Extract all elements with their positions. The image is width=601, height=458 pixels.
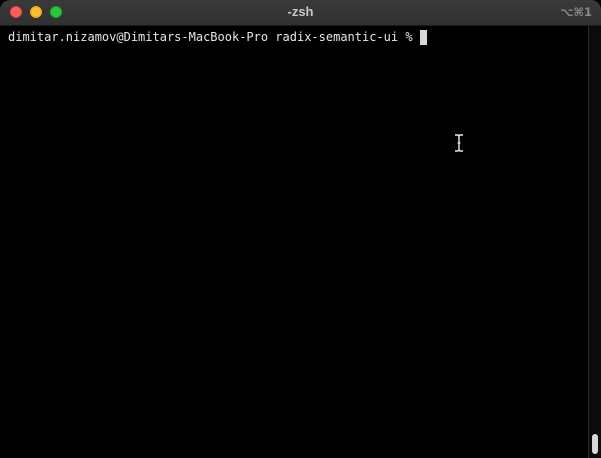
- scrollbar-thumb[interactable]: [592, 434, 598, 454]
- window-shortcut: ⌥⌘1: [560, 5, 592, 19]
- prompt-text: dimitar.nizamov@Dimitars-MacBook-Pro rad…: [8, 30, 420, 44]
- terminal-output-area[interactable]: dimitar.nizamov@Dimitars-MacBook-Pro rad…: [0, 26, 588, 458]
- terminal-window: -zsh ⌥⌘1 dimitar.nizamov@Dimitars-MacBoo…: [0, 0, 601, 458]
- vertical-scrollbar[interactable]: [588, 26, 601, 458]
- title-bar[interactable]: -zsh ⌥⌘1: [0, 0, 601, 26]
- text-cursor: [419, 30, 427, 45]
- window-title: -zsh: [287, 4, 314, 19]
- i-beam-cursor-icon: [455, 134, 463, 152]
- prompt-line[interactable]: dimitar.nizamov@Dimitars-MacBook-Pro rad…: [8, 30, 427, 45]
